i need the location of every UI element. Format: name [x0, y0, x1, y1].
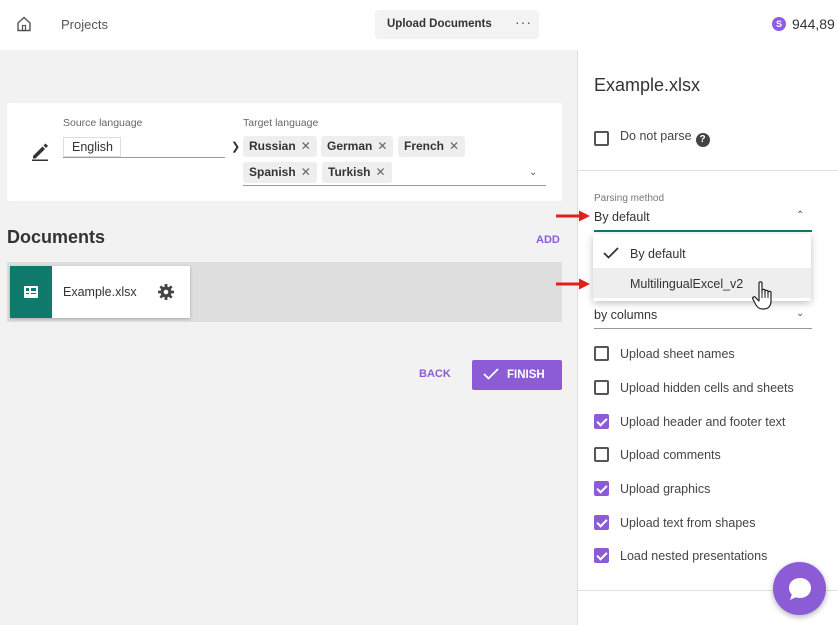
language-panel: Source language English ❯ Target languag…: [7, 103, 562, 201]
file-settings-panel: Example.xlsx Do not parse? Parsing metho…: [577, 50, 838, 625]
check-icon: [483, 368, 499, 380]
document-card[interactable]: Example.xlsx: [10, 266, 190, 318]
checkbox-box[interactable]: [594, 380, 609, 395]
option-upload-comments[interactable]: Upload comments: [594, 447, 721, 462]
top-bar: Projects Upload Documents ··· S 944,89: [0, 0, 838, 50]
parsing-method-dropdown: By default MultilingualExcel_v2: [593, 234, 811, 301]
checkbox-box[interactable]: [594, 130, 609, 146]
source-language-field[interactable]: English: [63, 137, 121, 157]
pencil-icon[interactable]: [30, 141, 50, 161]
spreadsheet-icon: [10, 266, 52, 318]
file-settings-title: Example.xlsx: [594, 75, 701, 95]
annotation-arrow-icon: [556, 278, 590, 290]
direction-underline: [594, 328, 812, 329]
annotation-arrow-icon: [556, 210, 590, 222]
option-label: Upload graphics: [620, 481, 711, 496]
option-label: Upload header and footer text: [620, 414, 786, 429]
chip-remove-icon[interactable]: ✕: [301, 139, 311, 153]
direction-select[interactable]: by columns: [594, 308, 657, 322]
option-label: Upload comments: [620, 447, 721, 462]
chevron-down-icon[interactable]: ⌄: [529, 167, 537, 178]
chip-remove-icon[interactable]: ✕: [377, 139, 387, 153]
option-upload-header-footer[interactable]: Upload header and footer text: [594, 414, 785, 429]
target-chip-spanish[interactable]: Spanish ✕: [243, 162, 317, 183]
do-not-parse-checkbox[interactable]: Do not parse?: [594, 129, 710, 147]
parsing-method-label: Parsing method: [594, 193, 665, 204]
balance-display[interactable]: S 944,89: [772, 15, 835, 33]
nav-projects-link[interactable]: Projects: [61, 17, 108, 32]
target-chip-turkish[interactable]: Turkish ✕: [322, 162, 392, 183]
chat-button[interactable]: [773, 562, 826, 615]
do-not-parse-label: Do not parse?: [620, 129, 710, 147]
balance-amount: 944,89: [792, 16, 835, 32]
checkbox-box[interactable]: [594, 346, 609, 361]
source-underline: [63, 157, 225, 158]
documents-heading: Documents: [7, 227, 106, 247]
back-button[interactable]: BACK: [419, 368, 451, 380]
tab-upload-documents[interactable]: Upload Documents ···: [375, 10, 539, 39]
chevron-down-icon[interactable]: ⌄: [796, 308, 804, 319]
dropdown-option-by-default[interactable]: By default: [593, 238, 811, 268]
option-upload-text-shapes[interactable]: Upload text from shapes: [594, 515, 756, 530]
option-upload-graphics[interactable]: Upload graphics: [594, 481, 710, 496]
parsing-method-underline: [594, 230, 812, 232]
target-chip-russian[interactable]: Russian ✕: [243, 136, 317, 157]
target-language-label: Target language: [243, 117, 319, 129]
more-options-icon[interactable]: ···: [515, 14, 532, 30]
divider: [578, 170, 838, 171]
target-underline: [243, 185, 546, 186]
checkbox-checked[interactable]: [594, 414, 609, 429]
checkbox-box[interactable]: [594, 447, 609, 462]
home-icon[interactable]: [17, 16, 31, 32]
source-language-label: Source language: [63, 117, 143, 129]
option-label: MultilingualExcel_v2: [630, 277, 744, 291]
chip-remove-icon[interactable]: ✕: [375, 165, 385, 179]
option-upload-hidden-cells[interactable]: Upload hidden cells and sheets: [594, 380, 794, 395]
coin-icon: S: [772, 17, 786, 31]
finish-button[interactable]: FINISH: [472, 360, 562, 390]
dropdown-option-multilingualexcel[interactable]: MultilingualExcel_v2: [593, 268, 811, 298]
option-label: By default: [630, 247, 686, 261]
parsing-method-select[interactable]: By default: [594, 210, 650, 224]
gear-icon[interactable]: [157, 283, 175, 301]
checkbox-checked[interactable]: [594, 515, 609, 530]
chevron-up-icon[interactable]: ⌃: [796, 210, 804, 221]
target-chip-french[interactable]: French ✕: [398, 136, 466, 157]
chevron-right-icon: ❯: [231, 141, 241, 153]
option-upload-sheet-names[interactable]: Upload sheet names: [594, 346, 735, 361]
check-icon: [603, 247, 619, 259]
chat-icon: [789, 578, 811, 600]
target-chip-german[interactable]: German ✕: [321, 136, 394, 157]
chip-remove-icon[interactable]: ✕: [449, 139, 459, 153]
checkbox-checked[interactable]: [594, 481, 609, 496]
option-label: Upload hidden cells and sheets: [620, 380, 794, 395]
hand-cursor-icon: [752, 281, 772, 310]
help-icon[interactable]: ?: [695, 133, 710, 147]
option-label: Upload text from shapes: [620, 515, 756, 530]
finish-button-label: FINISH: [507, 369, 545, 381]
tab-upload-documents-label: Upload Documents: [387, 18, 492, 30]
option-label: Load nested presentations: [620, 548, 768, 563]
add-document-button[interactable]: ADD: [536, 234, 560, 246]
option-label: Upload sheet names: [620, 346, 735, 361]
chip-remove-icon[interactable]: ✕: [301, 165, 311, 179]
checkbox-checked[interactable]: [594, 548, 609, 563]
document-name: Example.xlsx: [63, 285, 137, 299]
option-load-nested-presentations[interactable]: Load nested presentations: [594, 548, 767, 563]
